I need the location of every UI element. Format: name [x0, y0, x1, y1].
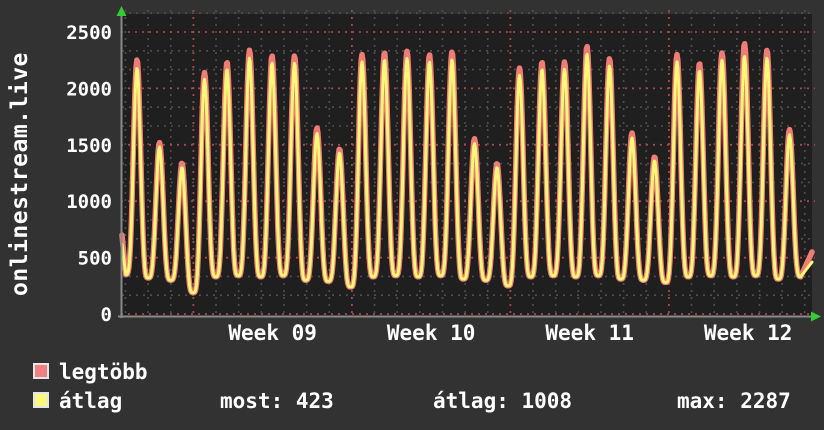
legend-swatch-average	[33, 392, 49, 408]
legend-swatch-max	[33, 363, 49, 379]
x-axis-week-label: Week 09	[228, 321, 317, 345]
y-axis-tick-label: 0	[101, 304, 112, 326]
stat-most: most: 423	[220, 389, 334, 413]
rrd-graph: 0 500 1000 1500 2000 2500 Week 09 Week 10 Week 1…	[0, 0, 824, 430]
x-axis-week-label: Week 10	[387, 321, 476, 345]
x-axis-week-label: Week 11	[545, 321, 634, 345]
weekly-traffic-chart: 0 500 1000 1500 2000 2500 Week 09 Week 10 Week 1…	[66, 6, 821, 345]
y-axis-tick-label: 1000	[66, 191, 112, 213]
stat-atlag: átlag: 1008	[433, 389, 573, 413]
x-axis-arrow-icon	[811, 311, 821, 322]
legend-label-max: legtöbb	[59, 360, 148, 384]
x-axis-week-label: Week 12	[704, 321, 793, 345]
legend-label-average: átlag	[59, 389, 123, 413]
y-axis-tick-label: 2000	[66, 78, 112, 100]
y-axis-tick-label: 1500	[66, 135, 112, 157]
y-axis-tick-label: 2500	[66, 22, 112, 44]
y-axis-tick-label: 500	[78, 248, 112, 270]
stat-max: max: 2287	[677, 389, 791, 413]
vertical-axis-title: onlinestream.live	[7, 52, 33, 296]
